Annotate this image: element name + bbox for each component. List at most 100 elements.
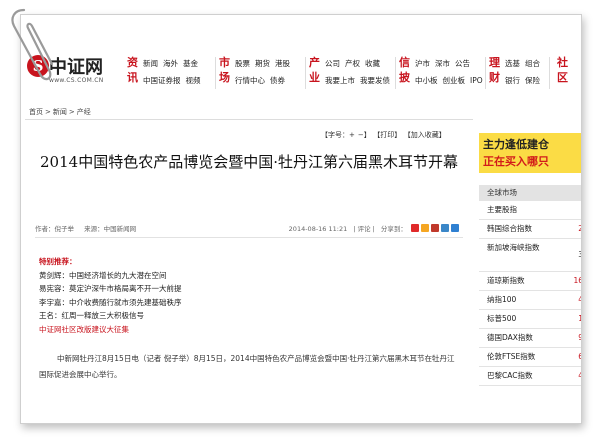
nav-divider (215, 57, 216, 89)
nav-link[interactable]: 行情中心 (235, 76, 265, 85)
comment-link[interactable]: | 评论 | (353, 225, 375, 233)
nav-link[interactable]: 期货 (255, 59, 270, 68)
market-value: 6 (578, 348, 581, 366)
breadcrumb-separator: > (68, 108, 75, 116)
market-name: 韩国综合指数 (487, 224, 532, 233)
nav-link[interactable]: 股票 (235, 59, 250, 68)
market-row[interactable]: 标普500 1 (479, 310, 581, 329)
renren-icon[interactable] (431, 224, 439, 232)
breadcrumb-divider (25, 119, 473, 120)
nav-category[interactable]: 理财 (489, 55, 501, 85)
nav-link[interactable]: 创业板 (443, 76, 466, 85)
breadcrumb-news[interactable]: 新闻 (53, 108, 67, 116)
market-row[interactable]: 巴黎CAC指数 4 (479, 367, 581, 386)
nav-link[interactable]: 基金 (183, 59, 198, 68)
nav-link[interactable]: 组合 (525, 59, 540, 68)
ad-banner[interactable]: 主力逢低建仓 正在买入哪只 (479, 133, 581, 173)
nav-link[interactable]: 沪市 (415, 59, 430, 68)
breadcrumb-home[interactable]: 首页 (29, 108, 43, 116)
site-header: S 中证网 www.CS.COM.CN 资讯 新闻 海外 基金 中国证券报 视频 市场… (21, 15, 581, 97)
nav-link[interactable]: 海外 (163, 59, 178, 68)
market-row[interactable]: 主要股指 (479, 201, 581, 220)
market-name: 纳指100 (487, 295, 517, 304)
font-size-label: 【字号： (321, 131, 349, 139)
weibo-icon[interactable] (411, 224, 419, 232)
nav-divider (305, 57, 306, 89)
nav-group-news: 资讯 新闻 海外 基金 中国证券报 视频 (127, 55, 201, 91)
global-market-panel: 全球市场 主要股指 韩国综合指数2 新加坡海峡指数3 道琼斯指数16 纳指100… (479, 185, 581, 386)
nav-link[interactable]: 银行 (505, 76, 520, 85)
market-value: 4 (578, 367, 581, 385)
font-increase-button[interactable]: + (349, 131, 355, 139)
nav-link[interactable]: 债券 (270, 76, 285, 85)
recommended-item[interactable]: 王名：红周一释放三大积极信号 (39, 309, 339, 323)
nav-group-market: 市场 股票 期货 港股 行情中心 债券 (219, 55, 299, 91)
nav-link[interactable]: 公告 (455, 59, 470, 68)
article-title: 2014中国特色农产品博览会暨中国·牡丹江第六届黑木耳节开幕 (40, 153, 458, 171)
nav-link[interactable]: 保险 (525, 76, 540, 85)
nav-category[interactable]: 产业 (309, 55, 321, 85)
nav-link[interactable]: 我要发债 (360, 76, 390, 85)
nav-link[interactable]: 深市 (435, 59, 450, 68)
nav-link[interactable]: 公司 (325, 59, 340, 68)
article-body: 中新网牡丹江8月15日电（记者 倪子举）8月15日，2014中国特色农产品博览会… (39, 354, 455, 379)
nav-divider (395, 57, 396, 89)
market-value: 2 (578, 220, 581, 238)
nav-link[interactable]: 新闻 (143, 59, 158, 68)
meta-divider (35, 237, 463, 238)
tencent-icon[interactable] (441, 224, 449, 232)
nav-category[interactable]: 信披 (399, 55, 411, 85)
market-name: 标普500 (487, 314, 517, 323)
nav-link[interactable]: 中国证券报 (143, 76, 181, 85)
add-favorite-button[interactable]: 【加入收藏】 (407, 131, 446, 139)
recommended-item[interactable]: 黄剑辉：中国经济增长的九大潜在空间 (39, 269, 339, 283)
market-value: 16 (573, 276, 581, 285)
market-row[interactable]: 伦敦FTSE指数 6 (479, 348, 581, 367)
more-share-icon[interactable] (451, 224, 459, 232)
breadcrumb-separator: > (45, 108, 51, 116)
nav-link[interactable]: 视频 (186, 76, 201, 85)
nav-group-finance: 理财 选基 组合 银行 保险 (489, 55, 549, 91)
market-row[interactable]: 道琼斯指数 16 (479, 272, 581, 291)
market-row[interactable]: 新加坡海峡指数 3 (479, 239, 581, 272)
nav-link[interactable]: 选基 (505, 59, 520, 68)
market-value: 1 (578, 310, 581, 328)
market-value: 4 (578, 291, 581, 309)
nav-link[interactable]: 中小板 (415, 76, 438, 85)
nav-group-disclosure: 信披 沪市 深市 公告 中小板 创业板 IPO (399, 55, 483, 91)
nav-group-community: 社区 (557, 55, 577, 91)
recommended-item[interactable]: 易宪容：莫定沪深牛市格局离不开一大前提 (39, 282, 339, 296)
recommended-item[interactable]: 李宇嘉：中介收费随行就市须先建基础秩序 (39, 296, 339, 310)
nav-link[interactable]: IPO (470, 76, 483, 85)
market-name: 新加坡海峡指数 (487, 243, 540, 252)
market-row[interactable]: 韩国综合指数 2 (479, 220, 581, 239)
nav-category[interactable]: 市场 (219, 55, 231, 85)
market-row[interactable]: 纳指100 4 (479, 291, 581, 310)
nav-category[interactable]: 社区 (557, 55, 569, 85)
article-datetime: 2014-08-16 11:21 (288, 225, 348, 233)
nav-link[interactable]: 港股 (275, 59, 290, 68)
share-icons (409, 224, 459, 234)
market-value: 3 (578, 248, 581, 261)
nav-link[interactable]: 产权 (345, 59, 360, 68)
qzone-icon[interactable] (421, 224, 429, 232)
market-panel-title: 全球市场 (479, 185, 581, 201)
market-name: 伦敦FTSE指数 (487, 352, 536, 361)
nav-category[interactable]: 资讯 (127, 55, 139, 85)
article-source: 来源：中国新闻网 (84, 225, 137, 233)
community-feedback-link[interactable]: 中证网社区改版建议大征集 (39, 323, 339, 337)
breadcrumb-industry[interactable]: 产经 (77, 108, 91, 116)
market-row[interactable]: 德国DAX指数 9 (479, 329, 581, 348)
article-author: 作者：倪子举 (35, 225, 74, 233)
font-decrease-button[interactable]: − (358, 131, 364, 139)
page-sheet: S 中证网 www.CS.COM.CN 资讯 新闻 海外 基金 中国证券报 视频 市场… (20, 14, 582, 424)
market-name: 巴黎CAC指数 (487, 371, 533, 380)
market-value: 9 (578, 329, 581, 347)
share-label: 分享到： (380, 225, 407, 233)
print-button[interactable]: 【打印】 (377, 131, 402, 139)
ad-line-1: 主力逢低建仓 (483, 138, 549, 151)
market-name: 道琼斯指数 (487, 276, 525, 285)
article-toolbar: 【字号：+ −】 【打印】 【加入收藏】 (321, 130, 461, 140)
nav-link[interactable]: 收藏 (365, 59, 380, 68)
nav-link[interactable]: 我要上市 (325, 76, 355, 85)
